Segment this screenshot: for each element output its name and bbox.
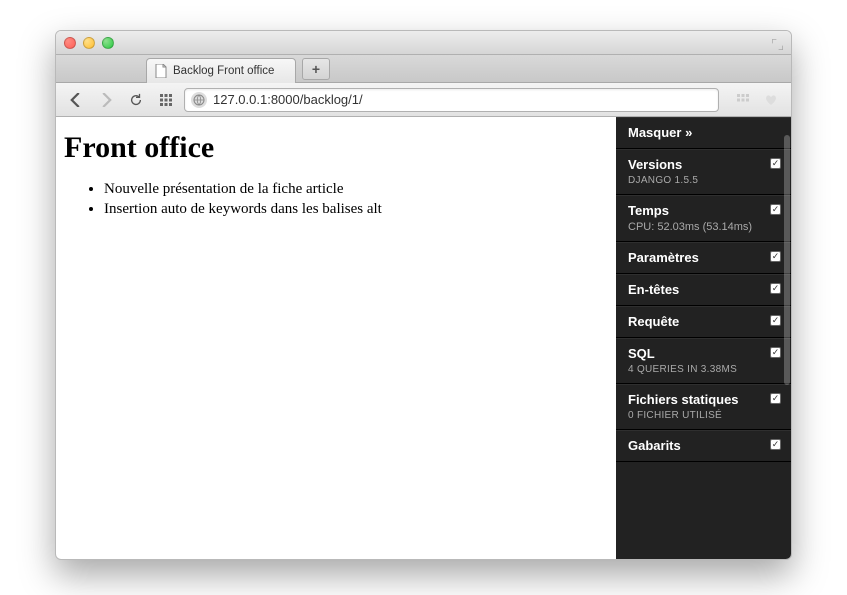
arrow-right-icon: [99, 93, 113, 107]
page-title: Front office: [64, 131, 608, 165]
document-icon: [155, 64, 167, 78]
checkbox-icon[interactable]: [770, 204, 781, 215]
debug-panel-sql[interactable]: SQL 4 queries in 3.38ms: [616, 338, 791, 384]
debug-scrollbar[interactable]: [783, 125, 791, 551]
content-area: Front office Nouvelle présentation de la…: [56, 117, 791, 559]
window-titlebar: [56, 31, 791, 55]
debug-panel-requete[interactable]: Requête: [616, 306, 791, 338]
checkbox-icon[interactable]: [770, 283, 781, 294]
panel-title: Requête: [628, 314, 773, 329]
django-debug-toolbar: Masquer » Versions Django 1.5.5 Temps CP…: [616, 117, 791, 559]
panel-title: Fichiers statiques: [628, 392, 773, 407]
panel-title: En-têtes: [628, 282, 773, 297]
reload-icon: [129, 93, 143, 107]
reload-button[interactable]: [124, 89, 148, 111]
debug-panel-parametres[interactable]: Paramètres: [616, 242, 791, 274]
checkbox-icon[interactable]: [770, 393, 781, 404]
debug-panel-versions[interactable]: Versions Django 1.5.5: [616, 149, 791, 195]
apps-button[interactable]: [154, 89, 178, 111]
heart-icon: [764, 93, 778, 107]
panel-title: Versions: [628, 157, 773, 172]
panel-title: Temps: [628, 203, 773, 218]
checkbox-icon[interactable]: [770, 158, 781, 169]
plus-icon: +: [312, 61, 320, 77]
forward-button[interactable]: [94, 89, 118, 111]
debug-panel-fichiers-statiques[interactable]: Fichiers statiques 0 fichier utilisé: [616, 384, 791, 430]
minimize-window-button[interactable]: [83, 37, 95, 49]
zoom-window-button[interactable]: [102, 37, 114, 49]
traffic-lights: [64, 37, 114, 49]
favorite-button[interactable]: [759, 89, 783, 111]
page-body: Front office Nouvelle présentation de la…: [56, 117, 616, 559]
address-bar[interactable]: 127.0.0.1:8000/backlog/1/: [184, 88, 719, 112]
browser-window: Backlog Front office + 127.0.0.1:800: [55, 30, 792, 560]
grid-icon: [159, 93, 173, 107]
toolbar-right: [731, 89, 783, 111]
browser-toolbar: 127.0.0.1:8000/backlog/1/: [56, 83, 791, 117]
checkbox-icon[interactable]: [770, 315, 781, 326]
arrow-left-icon: [69, 93, 83, 107]
panel-title: Paramètres: [628, 250, 773, 265]
extensions-button[interactable]: [731, 89, 755, 111]
debug-hide-button[interactable]: Masquer »: [616, 117, 791, 149]
hide-label: Masquer »: [628, 125, 773, 140]
debug-panel-entetes[interactable]: En-têtes: [616, 274, 791, 306]
grid-small-icon: [736, 93, 750, 107]
checkbox-icon[interactable]: [770, 439, 781, 450]
backlog-list: Nouvelle présentation de la fiche articl…: [64, 179, 608, 220]
list-item: Insertion auto de keywords dans les bali…: [104, 199, 608, 219]
checkbox-icon[interactable]: [770, 251, 781, 262]
panel-title: Gabarits: [628, 438, 773, 453]
checkbox-icon[interactable]: [770, 347, 781, 358]
back-button[interactable]: [64, 89, 88, 111]
panel-subtitle: 4 queries in 3.38ms: [628, 364, 773, 375]
globe-icon: [191, 92, 207, 108]
tab-bar: Backlog Front office +: [56, 55, 791, 83]
browser-tab-active[interactable]: Backlog Front office: [146, 58, 296, 83]
debug-panel-temps[interactable]: Temps CPU: 52.03ms (53.14ms): [616, 195, 791, 242]
panel-subtitle: Django 1.5.5: [628, 175, 773, 186]
panel-title: SQL: [628, 346, 773, 361]
scrollbar-thumb[interactable]: [784, 135, 790, 385]
close-window-button[interactable]: [64, 37, 76, 49]
debug-panel-gabarits[interactable]: Gabarits: [616, 430, 791, 462]
fullscreen-icon[interactable]: [772, 37, 783, 48]
panel-subtitle: 0 fichier utilisé: [628, 410, 773, 421]
panel-subtitle: CPU: 52.03ms (53.14ms): [628, 221, 773, 233]
url-text: 127.0.0.1:8000/backlog/1/: [213, 92, 363, 107]
list-item: Nouvelle présentation de la fiche articl…: [104, 179, 608, 199]
tab-title: Backlog Front office: [173, 65, 274, 77]
new-tab-button[interactable]: +: [302, 58, 330, 80]
